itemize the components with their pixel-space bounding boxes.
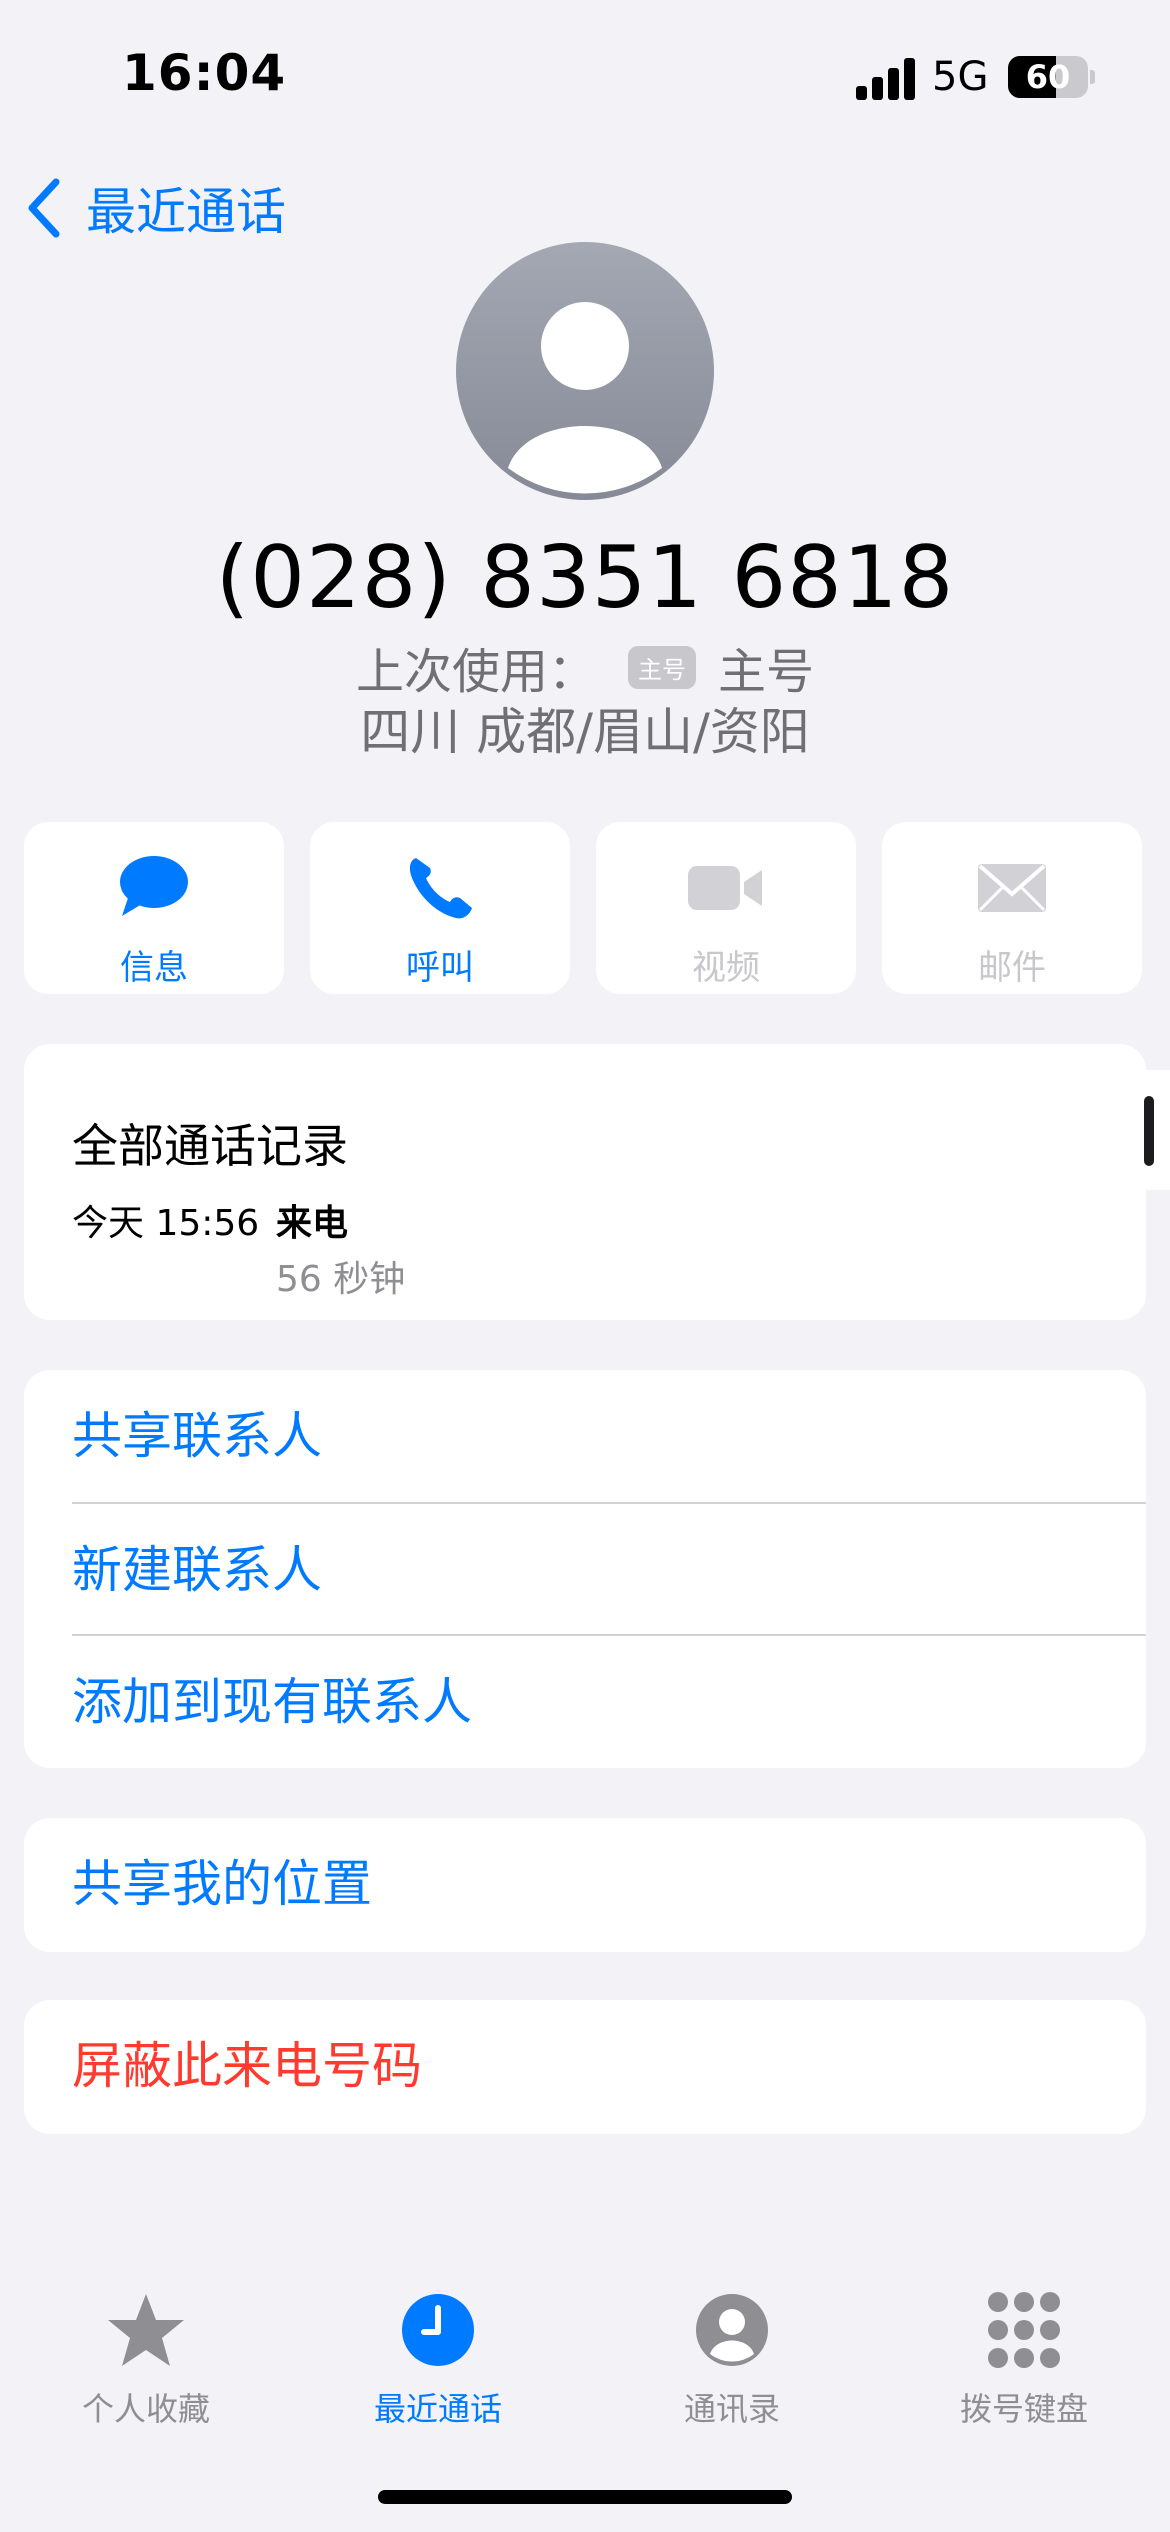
battery-percentage: 60 bbox=[1025, 58, 1071, 96]
message-label: 信息 bbox=[120, 948, 188, 988]
chevron-left-icon bbox=[28, 178, 60, 238]
message-button[interactable]: 信息 bbox=[24, 822, 284, 994]
contact-avatar bbox=[456, 242, 714, 500]
block-caller-card: 屏蔽此来电号码 bbox=[24, 2000, 1146, 2134]
person-circle-icon bbox=[696, 2294, 768, 2366]
home-indicator bbox=[378, 2490, 792, 2504]
tab-favorites[interactable]: 个人收藏 bbox=[26, 2290, 266, 2430]
call-button[interactable]: 呼叫 bbox=[310, 822, 570, 994]
video-camera-icon bbox=[688, 866, 762, 910]
battery-icon: 60 bbox=[1008, 56, 1095, 98]
scroll-indicator[interactable] bbox=[1126, 1070, 1170, 1190]
tab-label: 拨号键盘 bbox=[959, 2390, 1088, 2428]
mail-label: 邮件 bbox=[978, 948, 1046, 988]
back-label: 最近通话 bbox=[86, 183, 286, 241]
call-history-card: 全部通话记录 今天 15:56 来电 56 秒钟 bbox=[24, 1044, 1146, 1320]
star-icon bbox=[108, 2294, 184, 2366]
tab-label: 通讯录 bbox=[683, 2390, 780, 2428]
network-type: 5G bbox=[932, 54, 989, 100]
back-button[interactable]: 最近通话 bbox=[24, 168, 286, 248]
share-contact-button[interactable]: 共享联系人 bbox=[72, 1370, 1146, 1502]
video-button[interactable]: 视频 bbox=[596, 822, 856, 994]
tab-label: 最近通话 bbox=[373, 2390, 502, 2428]
phone-number: (028) 8351 6818 bbox=[215, 528, 955, 628]
phone-location: 四川 成都/眉山/资阳 bbox=[360, 703, 810, 761]
call-history-title: 全部通话记录 bbox=[72, 1119, 348, 1173]
status-time: 16:04 bbox=[122, 44, 287, 102]
share-my-location-button[interactable]: 共享我的位置 bbox=[72, 1818, 1146, 1950]
line-badge: 主号 bbox=[628, 645, 696, 689]
new-contact-button[interactable]: 新建联系人 bbox=[72, 1504, 1146, 1636]
block-caller-button[interactable]: 屏蔽此来电号码 bbox=[72, 2000, 1146, 2132]
keypad-icon bbox=[988, 2292, 1060, 2368]
mail-button[interactable]: 邮件 bbox=[882, 822, 1142, 994]
clock-icon bbox=[402, 2294, 474, 2366]
call-label: 呼叫 bbox=[406, 948, 474, 988]
person-silhouette-icon bbox=[508, 302, 662, 494]
phone-icon bbox=[409, 858, 472, 919]
video-label: 视频 bbox=[692, 948, 760, 988]
envelope-icon bbox=[978, 864, 1046, 912]
call-duration: 56 秒钟 bbox=[276, 1259, 406, 1300]
tab-keypad[interactable]: 拨号键盘 bbox=[904, 2290, 1144, 2430]
tab-recents[interactable]: 最近通话 bbox=[318, 2290, 558, 2430]
signal-strength-icon bbox=[856, 58, 915, 100]
call-type: 来电 bbox=[276, 1203, 349, 1244]
add-to-existing-contact-button[interactable]: 添加到现有联系人 bbox=[72, 1636, 1146, 1768]
call-date: 今天 15:56 bbox=[72, 1203, 260, 1244]
tab-contacts[interactable]: 通讯录 bbox=[612, 2290, 852, 2430]
message-bubble-icon bbox=[120, 856, 188, 916]
share-location-card: 共享我的位置 bbox=[24, 1818, 1146, 1952]
contact-actions-card: 共享联系人 新建联系人 添加到现有联系人 bbox=[24, 1370, 1146, 1768]
tab-label: 个人收藏 bbox=[81, 2390, 210, 2428]
